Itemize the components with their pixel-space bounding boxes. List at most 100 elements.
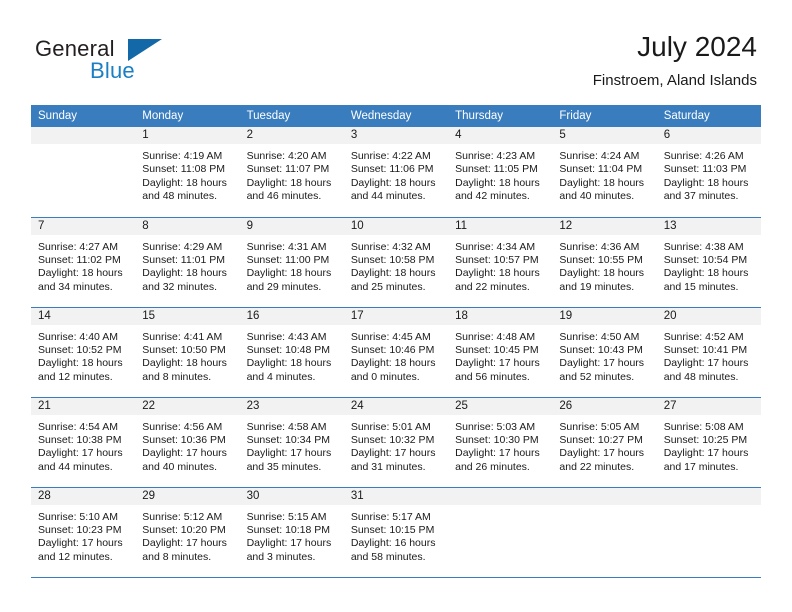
sunrise-text: Sunrise: 4:54 AM (38, 420, 118, 433)
calendar-week-row: 21 Sunrise: 4:54 AM Sunset: 10:38 PM Daylig… (31, 397, 761, 488)
calendar-day-cell[interactable]: 4 Sunrise: 4:23 AM Sunset: 11:05 PM Dayligh… (448, 127, 553, 218)
daylight-text-line1: Daylight: 17 hours (559, 447, 645, 460)
day-cell-details: Sunrise: 4:29 AM Sunset: 11:01 PM Daylight… (135, 235, 239, 295)
daylight-text-line1: Daylight: 17 hours (142, 537, 227, 550)
daylight-text-line1: Daylight: 17 hours (350, 447, 436, 460)
day-cell-content: 29 Sunrise: 5:12 AM Sunset: 10:20 PM Daylig… (135, 487, 240, 577)
sunrise-text: Sunrise: 4:48 AM (455, 330, 536, 343)
daylight-text-line2: and 44 minutes. (38, 460, 113, 473)
general-blue-logo[interactable]: General Blue (35, 36, 265, 92)
daylight-text-line2: and 17 minutes. (663, 460, 739, 473)
calendar-day-cell[interactable]: 12 Sunrise: 4:36 AM Sunset: 10:55 PM Daylig… (552, 217, 657, 308)
calendar-day-cell[interactable]: 24 Sunrise: 5:01 AM Sunset: 10:32 PM Daylig… (343, 397, 449, 488)
calendar-day-cell (31, 127, 136, 218)
sunrise-text: Sunrise: 4:41 AM (142, 330, 223, 343)
calendar-day-cell[interactable]: 15 Sunrise: 4:41 AM Sunset: 10:50 PM Daylig… (135, 307, 240, 398)
day-cell-content: 20 Sunrise: 4:52 AM Sunset: 10:41 PM Daylig… (656, 307, 761, 397)
sunset-text: Sunset: 10:23 PM (38, 523, 122, 536)
day-number: 18 (448, 307, 553, 325)
calendar-day-cell[interactable]: 21 Sunrise: 4:54 AM Sunset: 10:38 PM Daylig… (31, 397, 136, 488)
daylight-text-line1: Daylight: 18 hours (246, 176, 332, 189)
calendar-day-cell[interactable]: 25 Sunrise: 5:03 AM Sunset: 10:30 PM Daylig… (448, 397, 553, 488)
calendar-day-cell[interactable]: 13 Sunrise: 4:38 AM Sunset: 10:54 PM Daylig… (656, 217, 761, 308)
day-number (31, 127, 136, 144)
day-cell-details: Sunrise: 4:19 AM Sunset: 11:08 PM Daylight… (135, 144, 239, 204)
day-cell-content: 17 Sunrise: 4:45 AM Sunset: 10:46 PM Daylig… (343, 307, 449, 397)
daylight-text-line1: Daylight: 18 hours (142, 267, 227, 280)
calendar-day-cell[interactable]: 18 Sunrise: 4:48 AM Sunset: 10:45 PM Daylig… (448, 307, 553, 398)
day-number: 6 (656, 127, 761, 144)
day-cell-content (552, 487, 657, 577)
sunrise-text: Sunrise: 4:43 AM (246, 330, 327, 343)
calendar-day-cell[interactable]: 16 Sunrise: 4:43 AM Sunset: 10:48 PM Daylig… (239, 307, 344, 398)
calendar-day-cell[interactable]: 1 Sunrise: 4:19 AM Sunset: 11:08 PM Dayligh… (135, 127, 240, 218)
day-cell-content: 1 Sunrise: 4:19 AM Sunset: 11:08 PM Dayligh… (135, 127, 240, 216)
daylight-text-line2: and 44 minutes. (350, 190, 426, 203)
daylight-text-line2: and 56 minutes. (455, 370, 530, 383)
sunset-text: Sunset: 10:55 PM (559, 253, 643, 266)
day-number: 7 (31, 217, 136, 235)
calendar-day-cell[interactable]: 11 Sunrise: 4:34 AM Sunset: 10:57 PM Daylig… (448, 217, 553, 308)
calendar-day-cell[interactable]: 28 Sunrise: 5:10 AM Sunset: 10:23 PM Daylig… (31, 487, 136, 578)
calendar-day-cell[interactable]: 8 Sunrise: 4:29 AM Sunset: 11:01 PM Dayligh… (135, 217, 240, 308)
day-cell-details: Sunrise: 4:38 AM Sunset: 10:54 PM Daylight… (657, 235, 761, 295)
calendar-day-cell[interactable]: 29 Sunrise: 5:12 AM Sunset: 10:20 PM Daylig… (135, 487, 240, 578)
daylight-text-line1: Daylight: 18 hours (350, 357, 436, 370)
calendar-day-cell[interactable]: 19 Sunrise: 4:50 AM Sunset: 10:43 PM Daylig… (552, 307, 657, 398)
daylight-text-line1: Daylight: 18 hours (455, 176, 540, 189)
day-number: 31 (343, 487, 449, 505)
calendar-day-cell[interactable]: 27 Sunrise: 5:08 AM Sunset: 10:25 PM Daylig… (656, 397, 761, 488)
sunrise-text: Sunrise: 5:17 AM (350, 510, 431, 523)
calendar-day-cell[interactable]: 14 Sunrise: 4:40 AM Sunset: 10:52 PM Daylig… (31, 307, 136, 398)
calendar-day-cell[interactable]: 22 Sunrise: 4:56 AM Sunset: 10:36 PM Daylig… (135, 397, 240, 488)
calendar-day-cell[interactable]: 20 Sunrise: 4:52 AM Sunset: 10:41 PM Daylig… (656, 307, 761, 398)
weekday-header-sunday: Sunday (31, 105, 136, 127)
day-cell-details: Sunrise: 4:50 AM Sunset: 10:43 PM Daylight… (552, 325, 656, 385)
sunset-text: Sunset: 10:41 PM (663, 343, 748, 356)
day-number: 25 (448, 397, 553, 415)
calendar-day-cell[interactable]: 31 Sunrise: 5:17 AM Sunset: 10:15 PM Daylig… (343, 487, 449, 578)
daylight-text-line1: Daylight: 17 hours (38, 447, 123, 460)
day-number: 17 (343, 307, 449, 325)
daylight-text-line2: and 0 minutes. (350, 370, 420, 383)
calendar-day-cell[interactable]: 9 Sunrise: 4:31 AM Sunset: 11:00 PM Dayligh… (239, 217, 344, 308)
calendar-day-cell[interactable]: 17 Sunrise: 4:45 AM Sunset: 10:46 PM Daylig… (343, 307, 449, 398)
day-cell-content: 19 Sunrise: 4:50 AM Sunset: 10:43 PM Daylig… (552, 307, 657, 397)
calendar-day-cell[interactable]: 3 Sunrise: 4:22 AM Sunset: 11:06 PM Dayligh… (343, 127, 449, 218)
daylight-text-line1: Daylight: 17 hours (455, 447, 540, 460)
daylight-text-line1: Daylight: 17 hours (142, 447, 227, 460)
weekday-header-friday: Friday (552, 105, 657, 127)
calendar-day-cell[interactable]: 10 Sunrise: 4:32 AM Sunset: 10:58 PM Daylig… (343, 217, 449, 308)
sunset-text: Sunset: 10:36 PM (142, 433, 226, 446)
day-cell-details: Sunrise: 4:36 AM Sunset: 10:55 PM Daylight… (552, 235, 656, 295)
sunrise-text: Sunrise: 4:22 AM (350, 150, 431, 162)
day-cell-details: Sunrise: 4:26 AM Sunset: 11:03 PM Daylight… (657, 144, 761, 204)
sunrise-text: Sunrise: 5:08 AM (663, 420, 744, 433)
daylight-text-line2: and 32 minutes. (142, 280, 217, 293)
day-cell-content: 13 Sunrise: 4:38 AM Sunset: 10:54 PM Daylig… (656, 217, 761, 307)
daylight-text-line1: Daylight: 18 hours (663, 267, 749, 280)
calendar-day-cell[interactable]: 5 Sunrise: 4:24 AM Sunset: 11:04 PM Dayligh… (552, 127, 657, 218)
daylight-text-line2: and 52 minutes. (559, 370, 635, 383)
daylight-text-line2: and 31 minutes. (350, 460, 426, 473)
calendar-day-cell[interactable]: 26 Sunrise: 5:05 AM Sunset: 10:27 PM Daylig… (552, 397, 657, 488)
calendar-day-cell[interactable]: 23 Sunrise: 4:58 AM Sunset: 10:34 PM Daylig… (239, 397, 344, 488)
sunset-text: Sunset: 11:01 PM (142, 253, 225, 266)
sunrise-text: Sunrise: 5:10 AM (38, 510, 118, 523)
day-cell-details: Sunrise: 4:22 AM Sunset: 11:06 PM Daylight… (344, 144, 448, 204)
sunrise-text: Sunrise: 4:50 AM (559, 330, 640, 343)
weekday-header-thursday: Thursday (448, 105, 553, 127)
calendar-day-cell[interactable]: 7 Sunrise: 4:27 AM Sunset: 11:02 PM Dayligh… (31, 217, 136, 308)
day-cell-content (31, 127, 136, 216)
title-block: July 2024 Finstroem, Aland Islands (593, 30, 757, 90)
day-cell-content: 18 Sunrise: 4:48 AM Sunset: 10:45 PM Daylig… (448, 307, 553, 397)
day-cell-content: 7 Sunrise: 4:27 AM Sunset: 11:02 PM Dayligh… (31, 217, 136, 307)
daylight-text-line1: Daylight: 18 hours (142, 357, 227, 370)
daylight-text-line1: Daylight: 18 hours (38, 267, 123, 280)
calendar-day-cell[interactable]: 6 Sunrise: 4:26 AM Sunset: 11:03 PM Dayligh… (656, 127, 761, 218)
day-cell-details: Sunrise: 4:56 AM Sunset: 10:36 PM Daylight… (135, 415, 239, 475)
calendar-day-cell[interactable]: 2 Sunrise: 4:20 AM Sunset: 11:07 PM Dayligh… (239, 127, 344, 218)
day-cell-details: Sunrise: 5:12 AM Sunset: 10:20 PM Daylight… (135, 505, 239, 565)
calendar-day-cell[interactable]: 30 Sunrise: 5:15 AM Sunset: 10:18 PM Daylig… (239, 487, 344, 578)
sunset-text: Sunset: 10:45 PM (455, 343, 539, 356)
